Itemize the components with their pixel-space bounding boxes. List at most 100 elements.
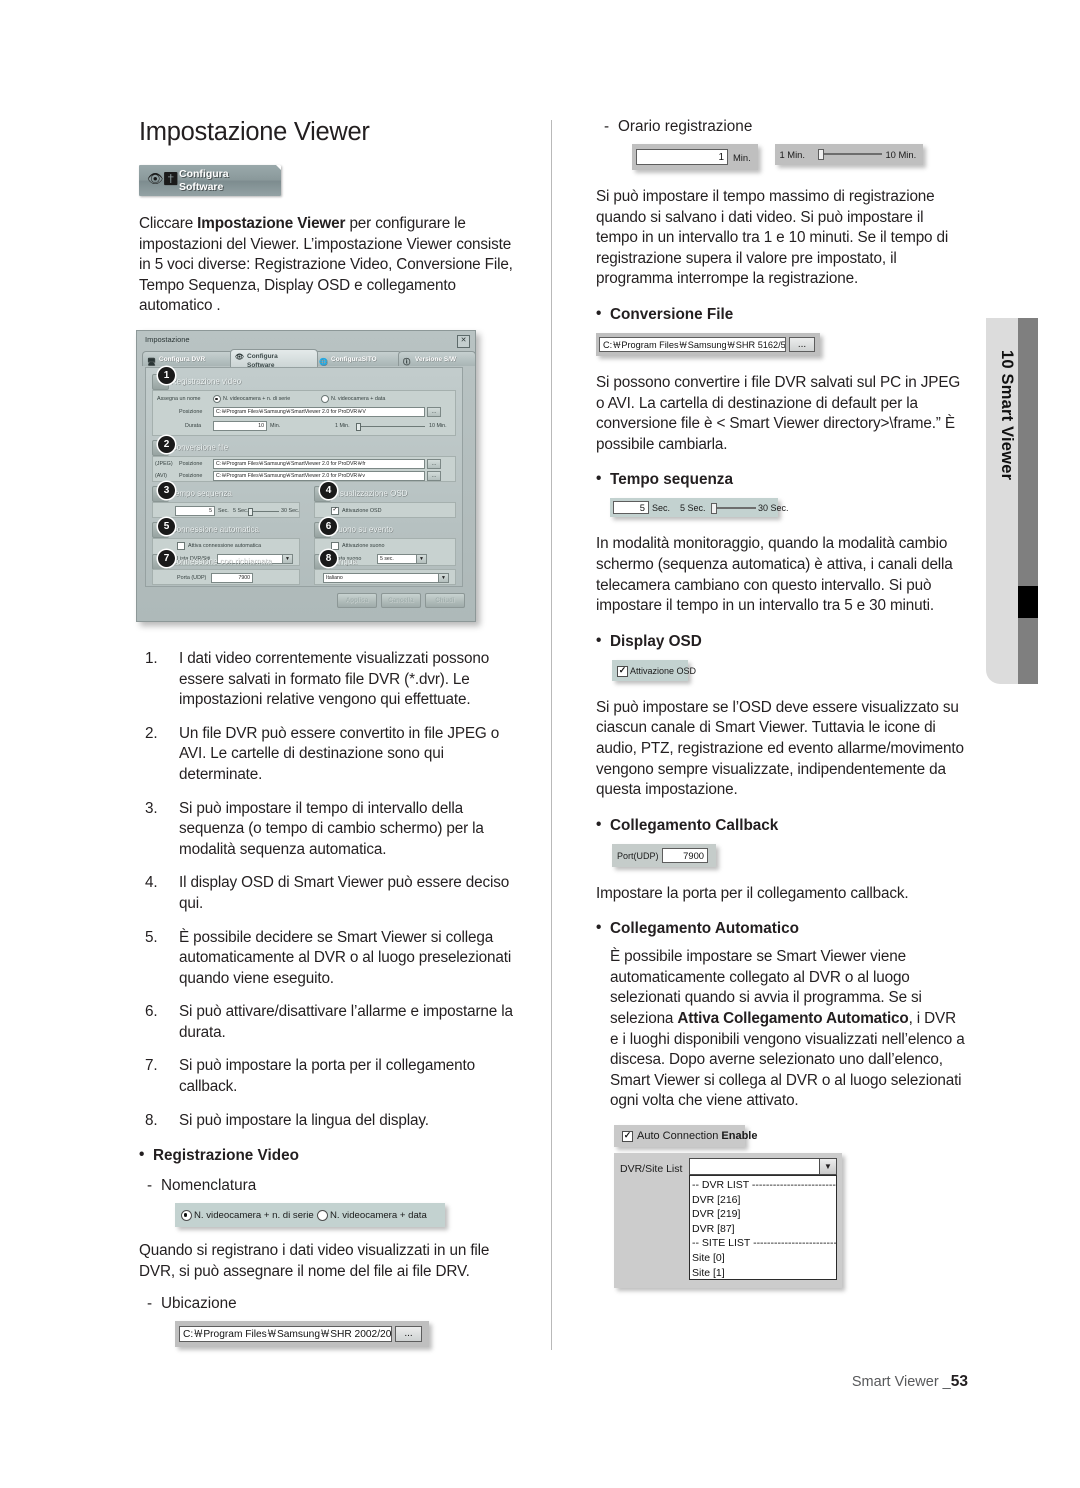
orario-registrazione-text: Si può impostare il tempo massimo di reg… [596,188,949,288]
durata-slider-track[interactable] [357,425,425,427]
attivazione-osd-checkbox[interactable]: ✓ [331,506,339,515]
cancella-button[interactable]: Cancella [381,592,421,608]
durata-suono-combo[interactable]: 5 sec. ▼ [377,553,427,564]
list-item-2-num: 2. [145,724,158,742]
nomenclatura-widget: N. videocamera + n. di serie N. videocam… [175,1203,445,1228]
page-title: Impostazione Viewer [139,118,370,146]
dvr-site-list-dropdown[interactable]: -- DVR LIST ------------------------- DV… [689,1175,837,1281]
impostazione-dialog-screenshot: Impostazione ✕ 🖥 Configura DVR 👁 Configu… [136,329,487,633]
list-item-6-text: Si può attivare/disattivare l’allarme e … [179,1003,513,1041]
chiudi-button[interactable]: Chiudi [425,592,465,608]
orario-slider-thumb[interactable] [818,149,825,160]
durata-input[interactable]: 10 [213,420,267,431]
avi-browse-button[interactable]: ... [427,470,441,481]
jpeg-browse-button[interactable]: ... [427,458,441,469]
applica-button[interactable]: Applica [337,592,377,608]
manual-page: 10 Smart Viewer Impostazione Viewer 👁✝ C… [0,0,1080,1488]
heading-collegamento-automatico: Collegamento Automatico [596,919,968,938]
tab-versione-sw[interactable]: ⓘ Versione S/W [398,350,476,366]
conversione-file-path-input[interactable]: C:￦Program Files￦Samsung￦SHR 5162/5082 S… [599,336,786,352]
registrazione-video-group: Assegna un nome N. videocamera + n. di s… [152,389,456,436]
conversione-file-browse-button[interactable]: ... [789,336,815,352]
tempo-sequenza-slider-min: 5 Sec. [233,507,249,514]
posizione-input[interactable]: C:￦Program Files￦Samsung￦SmartViewer 2.0… [213,406,425,417]
list-item-1-num: 1. [145,649,158,667]
ubicazione-widget: C:￦Program Files￦Samsung￦SHR 2002/2003/2… [175,1321,429,1348]
nomenclatura-radio-data[interactable] [317,1210,328,1222]
list-item-dvr-header[interactable]: -- DVR LIST ------------------------- [692,1178,836,1193]
tempo-sequenza-widget-track[interactable] [714,507,756,510]
list-item-8: 8. Si può impostare la lingua del display… [139,1111,519,1132]
callout-1: 1 [158,366,175,384]
tab-configura-sito[interactable]: 🌐 ConfiguraSITO [314,350,402,366]
side-tab-label: 10 Smart Viewer [998,350,1017,481]
ubicazione-browse-button[interactable]: ... [395,1326,422,1343]
attivazione-osd-widget-checkbox[interactable]: ✓ [617,665,628,677]
port-udp-widget-input[interactable]: 7900 [662,847,708,863]
tempo-sequenza-slider-track[interactable] [249,510,279,512]
auto-connection-label-bold: Enable [721,1130,758,1143]
orario-registrazione-field-widget: 1 Min. [632,144,758,170]
durata-slider-thumb[interactable] [356,422,361,431]
orario-registrazione-input[interactable]: 1 [636,149,728,165]
auto-connection-checkbox[interactable]: ✓ [622,1131,633,1143]
list-item-site-1[interactable]: Site [1] [692,1266,836,1281]
column-divider [551,120,552,1350]
nomenclatura-radio-serie[interactable] [181,1210,192,1222]
ubicazione-path-input[interactable]: C:￦Program Files￦Samsung￦SHR 2002/2003/2… [179,1326,392,1343]
radio-nome-data[interactable] [321,395,329,404]
porta-udp-input[interactable]: 7900 [211,572,253,583]
callout-7: 7 [158,549,175,567]
durata-slider-min: 1 Min. [335,422,350,429]
list-item-3-text: Si può impostare il tempo di intervallo … [179,799,484,858]
list-item-dvr-219[interactable]: DVR [219] [692,1207,836,1222]
jpeg-posizione-label: Posizione [179,460,203,467]
conversione-file-widget: C:￦Program Files￦Samsung￦SHR 5162/5082 S… [596,332,820,356]
posizione-browse-button[interactable]: ... [427,406,441,417]
list-item-4-num: 4. [145,874,158,892]
attiva-connessione-checkbox[interactable] [177,541,185,550]
list-item-site-header[interactable]: -- SITE LIST ------------------------ [692,1236,836,1251]
lingua-combo[interactable]: Italiano ▼ [323,572,449,583]
port-udp-widget-label: Port(UDP) [617,850,659,861]
close-icon[interactable]: ✕ [457,334,470,348]
tab-configura-dvr[interactable]: 🖥 Configura DVR [142,350,234,366]
tab-configura-software[interactable]: 👁 Configura Software [230,348,318,369]
tempo-sequenza-group: 5 Sec. 5 Sec. 30 Sec. [152,501,300,518]
dvr-site-list-combo[interactable]: ▼ [689,1158,837,1176]
list-item-2-text: Un file DVR può essere convertito in fil… [179,724,500,783]
tempo-sequenza-widget-input[interactable]: 5 [613,501,649,515]
tab-configura-sito-label: ConfiguraSITO [331,355,377,363]
banner-label: Configura Software [179,168,229,193]
left-column: Impostazione Viewer 👁✝ Configura Softwar… [136,118,519,1348]
durata-unit: Min. [270,422,281,429]
collegamento-automatico-text-bold: Attiva Collegamento Automatico [677,1010,909,1028]
visualizzazione-osd-title: Visualizzazione OSD [333,488,408,498]
radio-nome-serie[interactable] [213,395,221,404]
tempo-sequenza-input[interactable]: 5 [175,505,215,516]
list-item-dvr-87[interactable]: DVR [87] [692,1222,836,1237]
attivazione-suono-checkbox[interactable] [331,541,339,550]
list-item-5: 5. È possibile decidere se Smart Viewer s… [139,928,519,990]
orario-slider-track[interactable] [820,153,883,155]
lingua-value: Italiano [326,574,343,581]
avi-posizione-input[interactable]: C:￦Program Files￦Samsung￦SmartViewer 2.0… [213,470,425,481]
list-item-3: 3. Si può impostare il tempo di intervall… [139,799,519,861]
subheading-orario-registrazione: Orario registrazione [596,118,968,136]
nomenclatura-radio-data-label: N. videocamera + data [330,1210,427,1222]
dialog-button-row: Applica Cancella Chiudi [337,592,467,608]
list-item-dvr-216[interactable]: DVR [216] [692,1193,836,1208]
tempo-sequenza-widget: 5 Sec. 5 Sec. 30 Sec. [610,498,789,518]
list-item-4: 4. Il display OSD di Smart Viewer può ess… [139,873,519,914]
intro-bold: Impostazione Viewer [197,215,346,232]
tab-configura-software-line2: Software [247,361,275,369]
list-item-site-0[interactable]: Site [0] [692,1251,836,1266]
list-item-5-text: È possibile decidere se Smart Viewer si … [179,928,512,987]
tempo-sequenza-widget-thumb[interactable] [711,503,717,515]
jpeg-posizione-input[interactable]: C:￦Program Files￦Samsung￦SmartViewer 2.0… [213,458,425,469]
tempo-sequenza-widget-min: 5 Sec. [680,503,706,514]
tempo-sequenza-slider-thumb[interactable] [248,507,253,516]
tab-versione-sw-label: Versione S/W [415,355,457,363]
suono-su-evento-title: Suono su evento [333,524,394,534]
callout-6: 6 [320,517,337,535]
